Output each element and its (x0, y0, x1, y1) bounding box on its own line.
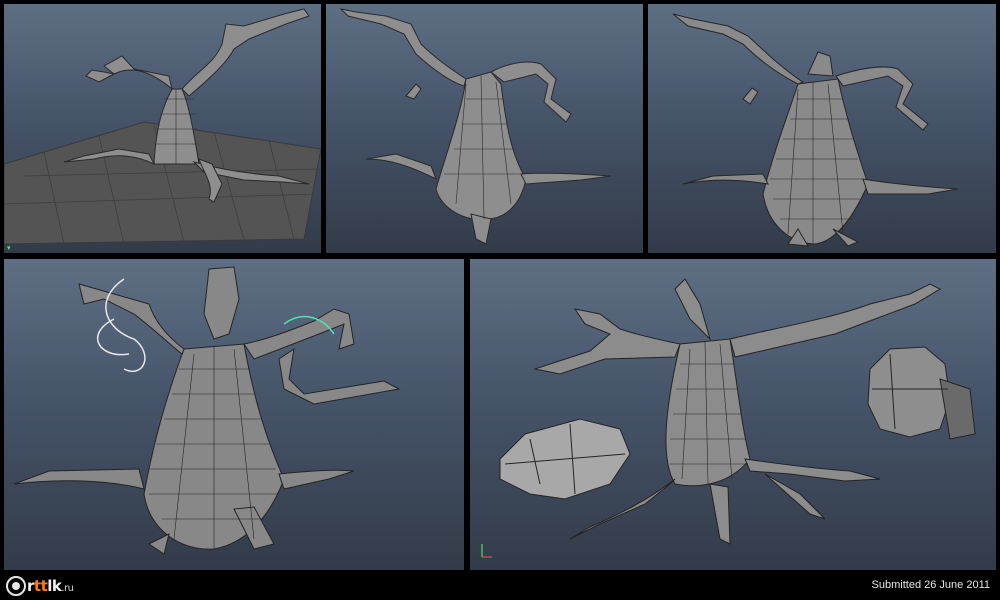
logo-a-icon (6, 576, 26, 596)
tree-model-render-5 (481, 278, 976, 558)
viewport-front-trunk[interactable] (326, 4, 643, 253)
stone-mesh (499, 418, 631, 500)
logo-text: rttlk.ru (27, 577, 74, 595)
tree-mesh (672, 13, 959, 247)
viewport-curves[interactable] (4, 259, 464, 570)
axis-indicator (481, 544, 492, 558)
site-logo[interactable]: rttlk.ru (6, 575, 74, 597)
axis-indicator: ▾ (7, 244, 11, 252)
viewport-accessories[interactable] (470, 259, 996, 570)
tree-model-render-4 (13, 266, 401, 555)
viewport-perspective-ground[interactable]: ▾ (4, 4, 321, 253)
tree-mesh (339, 8, 612, 245)
skull-mesh (867, 346, 976, 440)
footer-bar: rttlk.ru Submitted 26 June 2011 (0, 572, 1000, 600)
tree-model-render-3 (672, 13, 959, 247)
submitted-date: Submitted 26 June 2011 (871, 579, 990, 591)
viewport-front-detailed[interactable] (648, 4, 996, 253)
tree-model-render-1: ▾ (4, 8, 321, 252)
tree-model-render-2 (339, 8, 612, 245)
tree-mesh (13, 266, 401, 555)
